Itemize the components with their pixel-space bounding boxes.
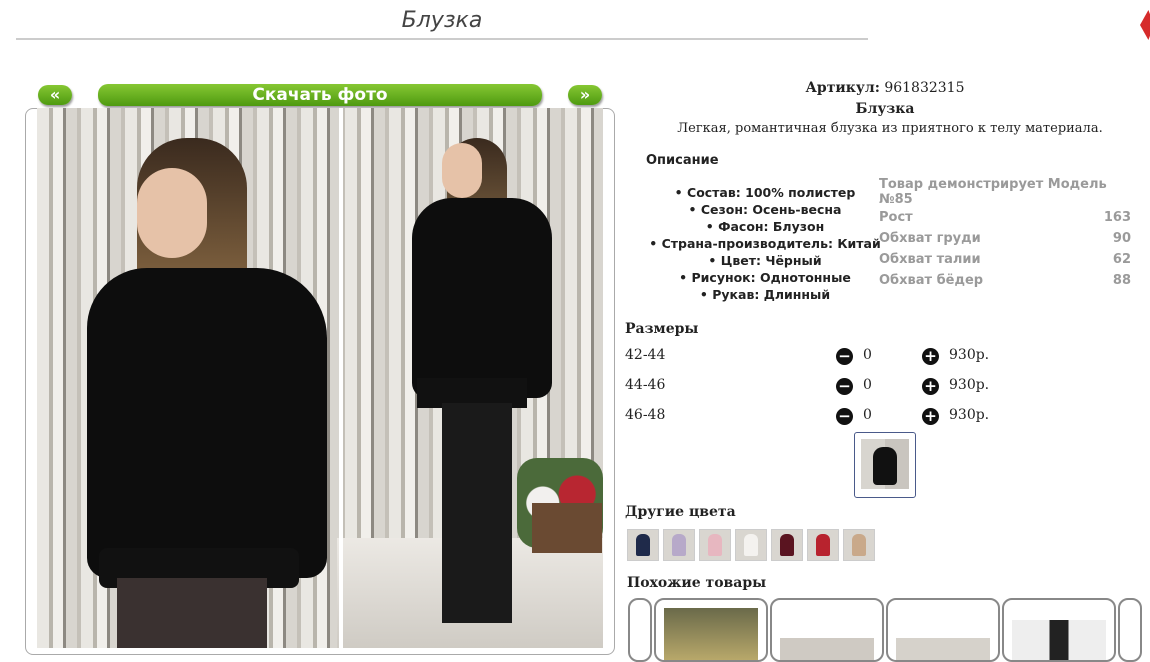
color-swatch-beige[interactable] (843, 529, 875, 561)
swatch-garment (780, 534, 794, 556)
swatch-garment (744, 534, 758, 556)
model-value: 90 (1112, 231, 1131, 246)
other-colors-heading: Другие цвета (625, 504, 736, 520)
swatch-garment (672, 534, 686, 556)
similar-heading: Похожие товары (627, 575, 767, 591)
model-label: Обхват бёдер (879, 273, 984, 288)
model-label: Обхват талии (879, 252, 981, 267)
size-label: 44-46 (625, 377, 666, 393)
similar-card[interactable] (654, 598, 768, 662)
model-value: 163 (1103, 210, 1131, 225)
description-item: Цвет: Чёрный (620, 252, 910, 269)
next-photo-button[interactable]: » (568, 85, 602, 105)
prev-photo-button[interactable]: « (38, 85, 72, 105)
size-price: 930р. (949, 347, 990, 363)
similar-card[interactable] (628, 598, 652, 662)
minus-circle-icon[interactable]: − (836, 378, 853, 395)
size-price: 930р. (949, 407, 990, 423)
size-label: 42-44 (625, 347, 666, 363)
model-value: 62 (1112, 252, 1131, 267)
color-swatch-lilac[interactable] (663, 529, 695, 561)
minus-circle-icon[interactable]: − (836, 408, 853, 425)
thumbnail-image (861, 439, 909, 489)
description-item: Рукав: Длинный (620, 286, 910, 303)
model-blouse (87, 268, 327, 578)
color-swatch-burgundy[interactable] (771, 529, 803, 561)
description-item: Сезон: Осень-весна (620, 201, 910, 218)
product-photo[interactable] (37, 108, 603, 648)
plus-circle-icon[interactable]: + (922, 408, 939, 425)
model-blouse-2 (412, 198, 552, 398)
description-item: Состав: 100% полистер (620, 184, 910, 201)
size-row: 42-44 − 0 + 930р. (625, 347, 1025, 369)
model-legs (117, 578, 267, 648)
similar-card[interactable] (770, 598, 884, 662)
description-item: Страна-производитель: Китай (620, 235, 910, 252)
size-price: 930р. (949, 377, 990, 393)
size-quantity: 0 (863, 347, 872, 363)
swatch-garment (852, 534, 866, 556)
color-swatch-pink[interactable] (699, 529, 731, 561)
model-boots (442, 403, 512, 623)
corner-badge-icon[interactable] (1140, 10, 1150, 40)
similar-image (896, 638, 990, 660)
article-value: 961832315 (884, 80, 965, 96)
size-quantity: 0 (863, 377, 872, 393)
size-quantity: 0 (863, 407, 872, 423)
similar-card[interactable] (886, 598, 1000, 662)
color-swatch-red[interactable] (807, 529, 839, 561)
photo-split (339, 108, 343, 648)
selected-thumbnail[interactable] (854, 432, 916, 498)
title-divider (16, 38, 868, 40)
model-face (137, 168, 207, 258)
plus-circle-icon[interactable]: + (922, 378, 939, 395)
page-title: Блузка (401, 8, 483, 33)
similar-card[interactable] (1002, 598, 1116, 662)
similar-card[interactable] (1118, 598, 1142, 662)
similar-image (1012, 620, 1106, 660)
plus-circle-icon[interactable]: + (922, 348, 939, 365)
description-item: Фасон: Блузон (620, 218, 910, 235)
model-heading: Товар демонстрирует Модель №85 (879, 177, 1107, 207)
model-label: Обхват груди (879, 231, 981, 246)
photo-pot (532, 503, 602, 553)
model-label: Рост (879, 210, 913, 225)
sizes-heading: Размеры (625, 321, 699, 337)
similar-image (664, 608, 758, 660)
description-item: Рисунок: Однотонные (620, 269, 910, 286)
color-swatch-white[interactable] (735, 529, 767, 561)
swatch-garment (816, 534, 830, 556)
article-label: Артикул: (805, 80, 880, 96)
color-swatch-navy[interactable] (627, 529, 659, 561)
model-face-2 (442, 143, 482, 198)
size-row: 44-46 − 0 + 930р. (625, 377, 1025, 399)
size-row: 46-48 − 0 + 930р. (625, 407, 1025, 429)
product-short-description: Легкая, романтичная блузка из приятного … (677, 121, 1103, 136)
similar-image (780, 638, 874, 660)
description-heading: Описание (646, 153, 719, 168)
article-line: Артикул: 961832315 (620, 80, 1150, 96)
product-name: Блузка (855, 101, 915, 117)
description-list: Состав: 100% полистер Сезон: Осень-весна… (620, 184, 910, 303)
model-measurements: Товар демонстрирует Модель №85 Рост 163 О… (879, 177, 1131, 291)
swatch-garment (708, 534, 722, 556)
swatch-garment (636, 534, 650, 556)
minus-circle-icon[interactable]: − (836, 348, 853, 365)
model-value: 88 (1112, 273, 1131, 288)
size-label: 46-48 (625, 407, 666, 423)
download-photo-button[interactable]: Скачать фото (98, 84, 542, 106)
